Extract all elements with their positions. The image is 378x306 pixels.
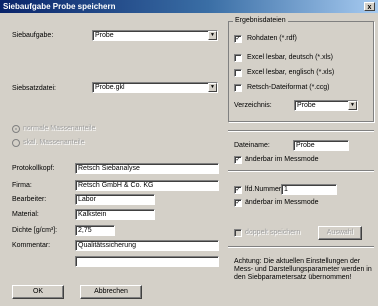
rohdaten-checkbox[interactable]: ✓ xyxy=(234,35,242,43)
siebaufgabe-combo[interactable]: Probe ▼ xyxy=(92,30,218,41)
kommentar-field-2[interactable] xyxy=(75,256,219,267)
window-title-bar[interactable]: Siebaufgabe Probe speichern x xyxy=(0,0,378,13)
siebaufgabe-value: Probe xyxy=(95,32,114,39)
excel-englisch-checkbox[interactable] xyxy=(234,69,242,77)
radio-normale-massenanteile[interactable] xyxy=(12,125,20,133)
lfdnummer-label: lfd.Nummer: xyxy=(245,186,284,193)
cancel-button[interactable]: Abbrechen xyxy=(80,285,142,299)
lfdnummer-messmode-label: änderbar im Messmode xyxy=(245,199,319,206)
excel-deutsch-label: Excel lesbar, deutsch (*.xls) xyxy=(247,54,333,61)
lfdnummer-checkbox[interactable]: ✓ xyxy=(234,186,242,194)
material-label: Material: xyxy=(12,211,39,218)
radio-normale-label: normale Massenanteile xyxy=(23,125,96,132)
siebsatzdatei-combo[interactable]: Probe.gkl ▼ xyxy=(92,82,218,93)
chevron-down-icon[interactable]: ▼ xyxy=(208,83,217,92)
kommentar-field[interactable]: Qualitätssicherung xyxy=(75,240,219,251)
siebaufgabe-label: Siebaufgabe: xyxy=(12,32,54,39)
ok-button[interactable]: OK xyxy=(12,285,64,299)
verzeichnis-combo[interactable]: Probe ▼ xyxy=(294,100,358,111)
chevron-down-icon[interactable]: ▼ xyxy=(348,101,357,110)
auswahl-button[interactable]: Auswahl xyxy=(318,226,362,240)
divider xyxy=(228,170,374,172)
bearbeiter-label: Bearbeiter: xyxy=(12,196,47,203)
excel-englisch-label: Excel lesbar, englisch (*.xls) xyxy=(247,69,335,76)
siebsatzdatei-label: Siebsatzdatei: xyxy=(12,85,56,92)
dichte-label: Dichte [g/cm³]: xyxy=(12,227,58,234)
retsch-format-label: Retsch-Dateiformat (*.ccg) xyxy=(247,84,330,91)
radio-skal-massenanteile[interactable] xyxy=(12,139,20,147)
rohdaten-label: Rohdaten (*.rdf) xyxy=(247,35,297,42)
chevron-down-icon[interactable]: ▼ xyxy=(208,31,217,40)
dateiname-label: Dateiname: xyxy=(234,142,270,149)
firma-label: Firma: xyxy=(12,182,32,189)
dateiname-messmode-label: änderbar im Messmode xyxy=(245,156,319,163)
warning-note: Achtung: Die aktuellen Einstellungen der… xyxy=(234,258,372,281)
firma-field[interactable]: Retsch GmbH & Co. KG xyxy=(75,180,219,191)
dateiname-messmode-checkbox[interactable]: ✓ xyxy=(234,156,242,164)
protokollkopf-field[interactable]: Retsch Siebanalyse xyxy=(75,163,219,174)
doppelt-speichern-label: doppelt speichern xyxy=(245,229,301,236)
kommentar-label: Kommentar: xyxy=(12,242,51,249)
dateiname-field[interactable]: Probe xyxy=(293,140,349,151)
material-field[interactable]: Kalkstein xyxy=(75,209,155,220)
siebsatzdatei-value: Probe.gkl xyxy=(95,84,125,91)
lfdnummer-field[interactable]: 1 xyxy=(281,184,337,195)
dichte-field[interactable]: 2,75 xyxy=(75,225,115,236)
close-button[interactable]: x xyxy=(364,2,375,11)
excel-deutsch-checkbox[interactable] xyxy=(234,54,242,62)
protokollkopf-label: Protokollkopf: xyxy=(12,165,55,172)
lfdnummer-messmode-checkbox[interactable]: ✓ xyxy=(234,199,242,207)
radio-skal-label: skal. Massenanteile xyxy=(23,139,85,146)
verzeichnis-label: Verzeichnis: xyxy=(234,102,272,109)
bearbeiter-field[interactable]: Labor xyxy=(75,194,155,205)
doppelt-speichern-checkbox[interactable] xyxy=(234,229,242,237)
window-title: Siebaufgabe Probe speichern xyxy=(3,2,116,11)
retsch-format-checkbox[interactable] xyxy=(234,84,242,92)
divider xyxy=(228,130,374,132)
ergebnisdateien-title: Ergebnisdateien xyxy=(233,17,288,24)
radio-dot xyxy=(15,128,17,130)
verzeichnis-value: Probe xyxy=(297,102,316,109)
divider xyxy=(228,246,374,248)
